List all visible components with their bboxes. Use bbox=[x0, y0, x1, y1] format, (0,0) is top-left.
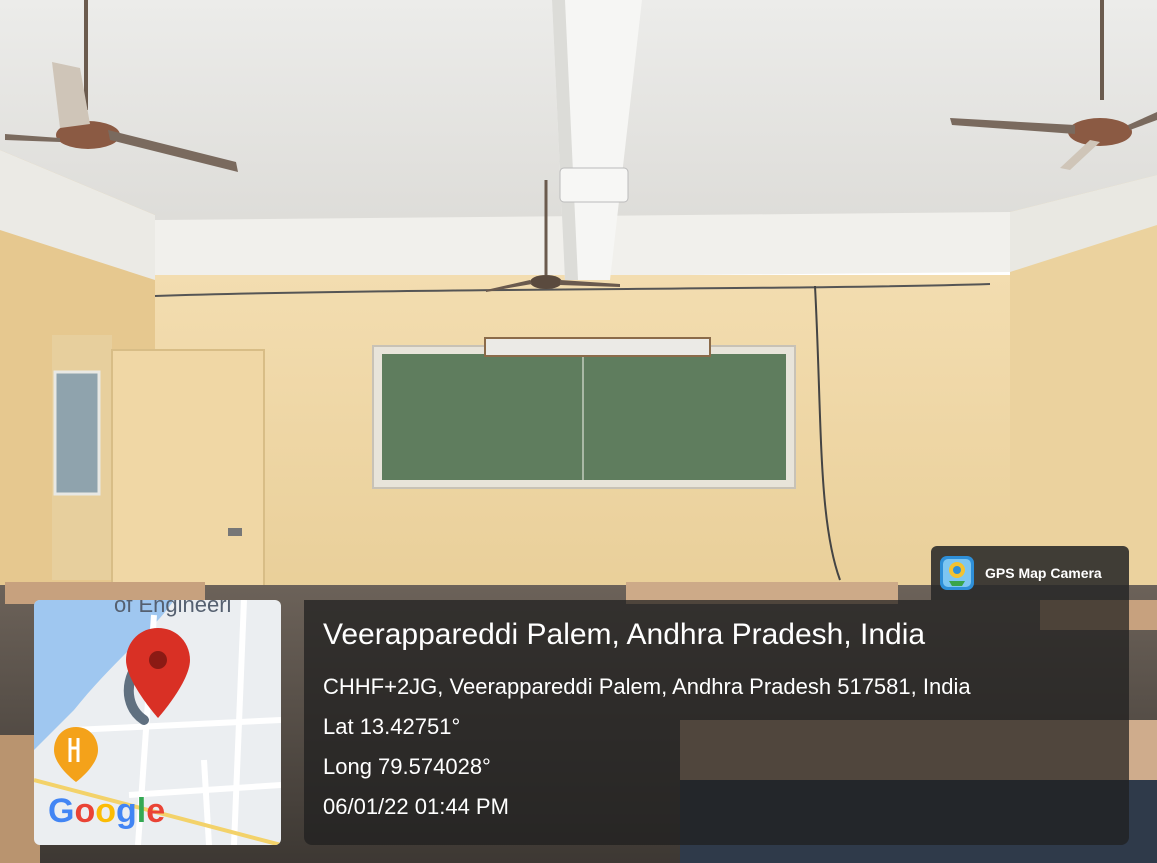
timestamp: 06/01/22 01:44 PM bbox=[323, 794, 509, 819]
app-name: GPS Map Camera bbox=[985, 565, 1102, 581]
latitude: Lat 13.42751° bbox=[323, 714, 461, 739]
photo-stage: GPS Map Camera of Engineeri Google Veera… bbox=[0, 0, 1157, 863]
address-line: CHHF+2JG, Veerappareddi Palem, Andhra Pr… bbox=[323, 674, 971, 699]
google-logo: Google bbox=[48, 792, 165, 830]
location-info-panel: Veerappareddi Palem, Andhra Pradesh, Ind… bbox=[304, 600, 1129, 845]
projector bbox=[559, 167, 629, 203]
map-label: of Engineeri bbox=[114, 600, 231, 617]
longitude: Long 79.574028° bbox=[323, 754, 491, 779]
projector-screen bbox=[484, 337, 711, 357]
gps-camera-app-icon bbox=[940, 556, 974, 590]
app-badge: GPS Map Camera bbox=[931, 546, 1129, 600]
door bbox=[111, 349, 265, 601]
mini-map[interactable]: of Engineeri Google bbox=[34, 600, 281, 845]
location-title: Veerappareddi Palem, Andhra Pradesh, Ind… bbox=[323, 618, 926, 651]
window bbox=[55, 372, 99, 494]
